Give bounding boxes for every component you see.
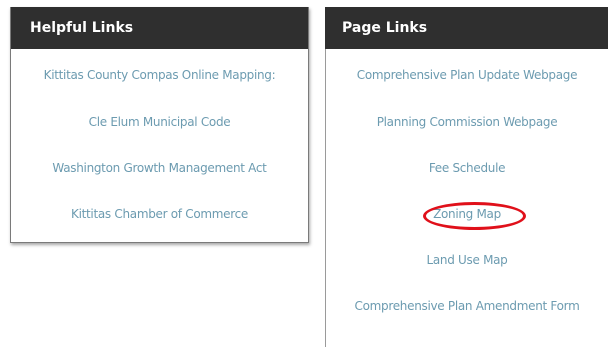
link-comprehensive-plan-amendment-form[interactable]: Comprehensive Plan Amendment Form — [326, 298, 608, 314]
link-washington-growth-management-act[interactable]: Washington Growth Management Act — [11, 160, 308, 176]
link-kittitas-chamber-of-commerce[interactable]: Kittitas Chamber of Commerce — [11, 206, 308, 222]
page-links-header: Page Links — [325, 7, 608, 49]
link-planning-commission[interactable]: Planning Commission Webpage — [326, 114, 608, 130]
link-kittitas-compas-mapping[interactable]: Kittitas County Compas Online Mapping: — [11, 67, 308, 83]
link-fee-schedule[interactable]: Fee Schedule — [326, 160, 608, 176]
link-zoning-map[interactable]: Zoning Map — [326, 206, 608, 222]
helpful-links-panel: Helpful Links Kittitas County Compas Onl… — [10, 7, 309, 243]
page-links-panel: Page Links Comprehensive Plan Update Web… — [325, 7, 608, 347]
link-land-use-map[interactable]: Land Use Map — [326, 252, 608, 268]
helpful-links-header: Helpful Links — [11, 7, 308, 49]
link-cle-elum-municipal-code[interactable]: Cle Elum Municipal Code — [11, 114, 308, 130]
link-comprehensive-plan-update[interactable]: Comprehensive Plan Update Webpage — [326, 67, 608, 83]
